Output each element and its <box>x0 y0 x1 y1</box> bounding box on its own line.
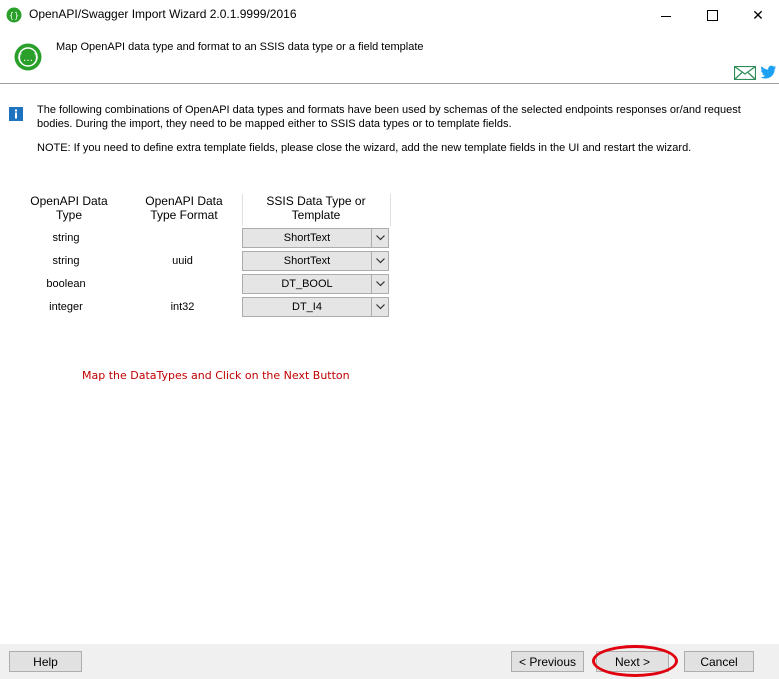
dropdown-value: ShortText <box>283 232 331 244</box>
dropdown-value: DT_BOOL <box>281 278 333 290</box>
cell-openapi-type: string <box>52 255 80 267</box>
table-row: boolean DT_BOOL <box>20 274 392 296</box>
cell-openapi-format: int32 <box>170 301 195 313</box>
chevron-down-icon[interactable] <box>371 229 388 247</box>
wizard-header: {…} Map OpenAPI data type and format to … <box>0 30 779 84</box>
cancel-button[interactable]: Cancel <box>684 651 754 672</box>
column-header-openapi-format: OpenAPI Data Type Format <box>145 194 223 222</box>
maximize-icon <box>706 9 718 21</box>
column-header-ssis-type: SSIS Data Type or Template <box>266 194 366 222</box>
column-divider <box>390 194 391 226</box>
mail-icon[interactable] <box>734 66 756 80</box>
openapi-logo-icon: {…} <box>14 43 42 71</box>
table-row: string uuid ShortText <box>20 251 392 273</box>
header-subtitle: Map OpenAPI data type and format to an S… <box>56 41 424 53</box>
cell-openapi-format: uuid <box>172 255 193 267</box>
info-note: NOTE: If you need to define extra templa… <box>37 142 692 154</box>
dropdown-value: ShortText <box>283 255 331 267</box>
maximize-button[interactable] <box>689 0 735 30</box>
cell-openapi-type: boolean <box>46 278 86 290</box>
chevron-down-icon[interactable] <box>371 252 388 270</box>
twitter-icon[interactable] <box>760 65 777 80</box>
cell-openapi-type: string <box>52 232 80 244</box>
close-icon: ✕ <box>752 6 764 23</box>
app-icon: {} <box>6 7 22 23</box>
info-description: The following combinations of OpenAPI da… <box>37 104 741 130</box>
table-row: integer int32 DT_I4 <box>20 297 392 319</box>
help-button[interactable]: Help <box>9 651 82 672</box>
cell-openapi-type: integer <box>49 301 83 313</box>
ssis-type-dropdown[interactable]: ShortText <box>242 251 389 271</box>
window-title: OpenAPI/Swagger Import Wizard 2.0.1.9999… <box>29 7 297 21</box>
minimize-button[interactable] <box>643 0 689 30</box>
chevron-down-icon[interactable] <box>371 298 388 316</box>
next-button-highlight-circle <box>592 645 678 677</box>
ssis-type-dropdown[interactable]: DT_BOOL <box>242 274 389 294</box>
column-header-openapi-type: OpenAPI Data Type <box>30 194 108 222</box>
previous-button[interactable]: < Previous <box>511 651 584 672</box>
ssis-type-dropdown[interactable]: DT_I4 <box>242 297 389 317</box>
svg-text:{…}: {…} <box>17 53 40 64</box>
title-bar: {} OpenAPI/Swagger Import Wizard 2.0.1.9… <box>0 0 779 30</box>
chevron-down-icon[interactable] <box>371 275 388 293</box>
instruction-hint: Map the DataTypes and Click on the Next … <box>82 369 350 382</box>
minimize-icon <box>661 15 671 17</box>
svg-text:{}: {} <box>9 11 19 20</box>
close-button[interactable]: ✕ <box>735 0 779 30</box>
dropdown-value: DT_I4 <box>292 301 322 313</box>
info-icon <box>9 107 23 121</box>
ssis-type-dropdown[interactable]: ShortText <box>242 228 389 248</box>
table-row: string ShortText <box>20 228 392 250</box>
